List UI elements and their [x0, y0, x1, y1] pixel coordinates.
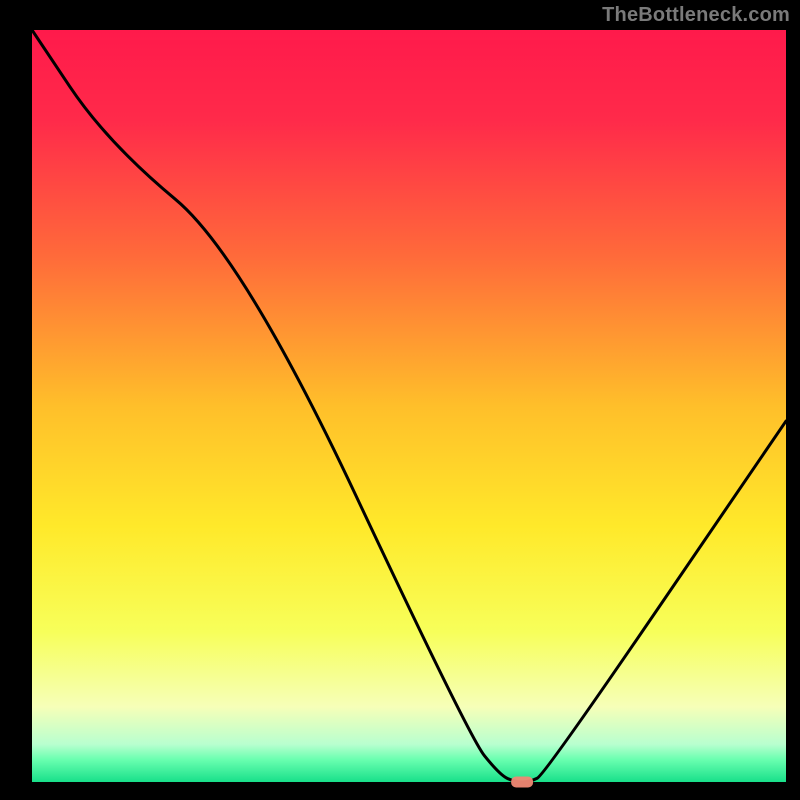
- chart-frame: TheBottleneck.com: [0, 0, 800, 800]
- watermark-text: TheBottleneck.com: [602, 4, 790, 27]
- bottleneck-chart: [0, 0, 800, 800]
- optimal-marker: [511, 777, 533, 788]
- plot-gradient-area: [32, 30, 786, 782]
